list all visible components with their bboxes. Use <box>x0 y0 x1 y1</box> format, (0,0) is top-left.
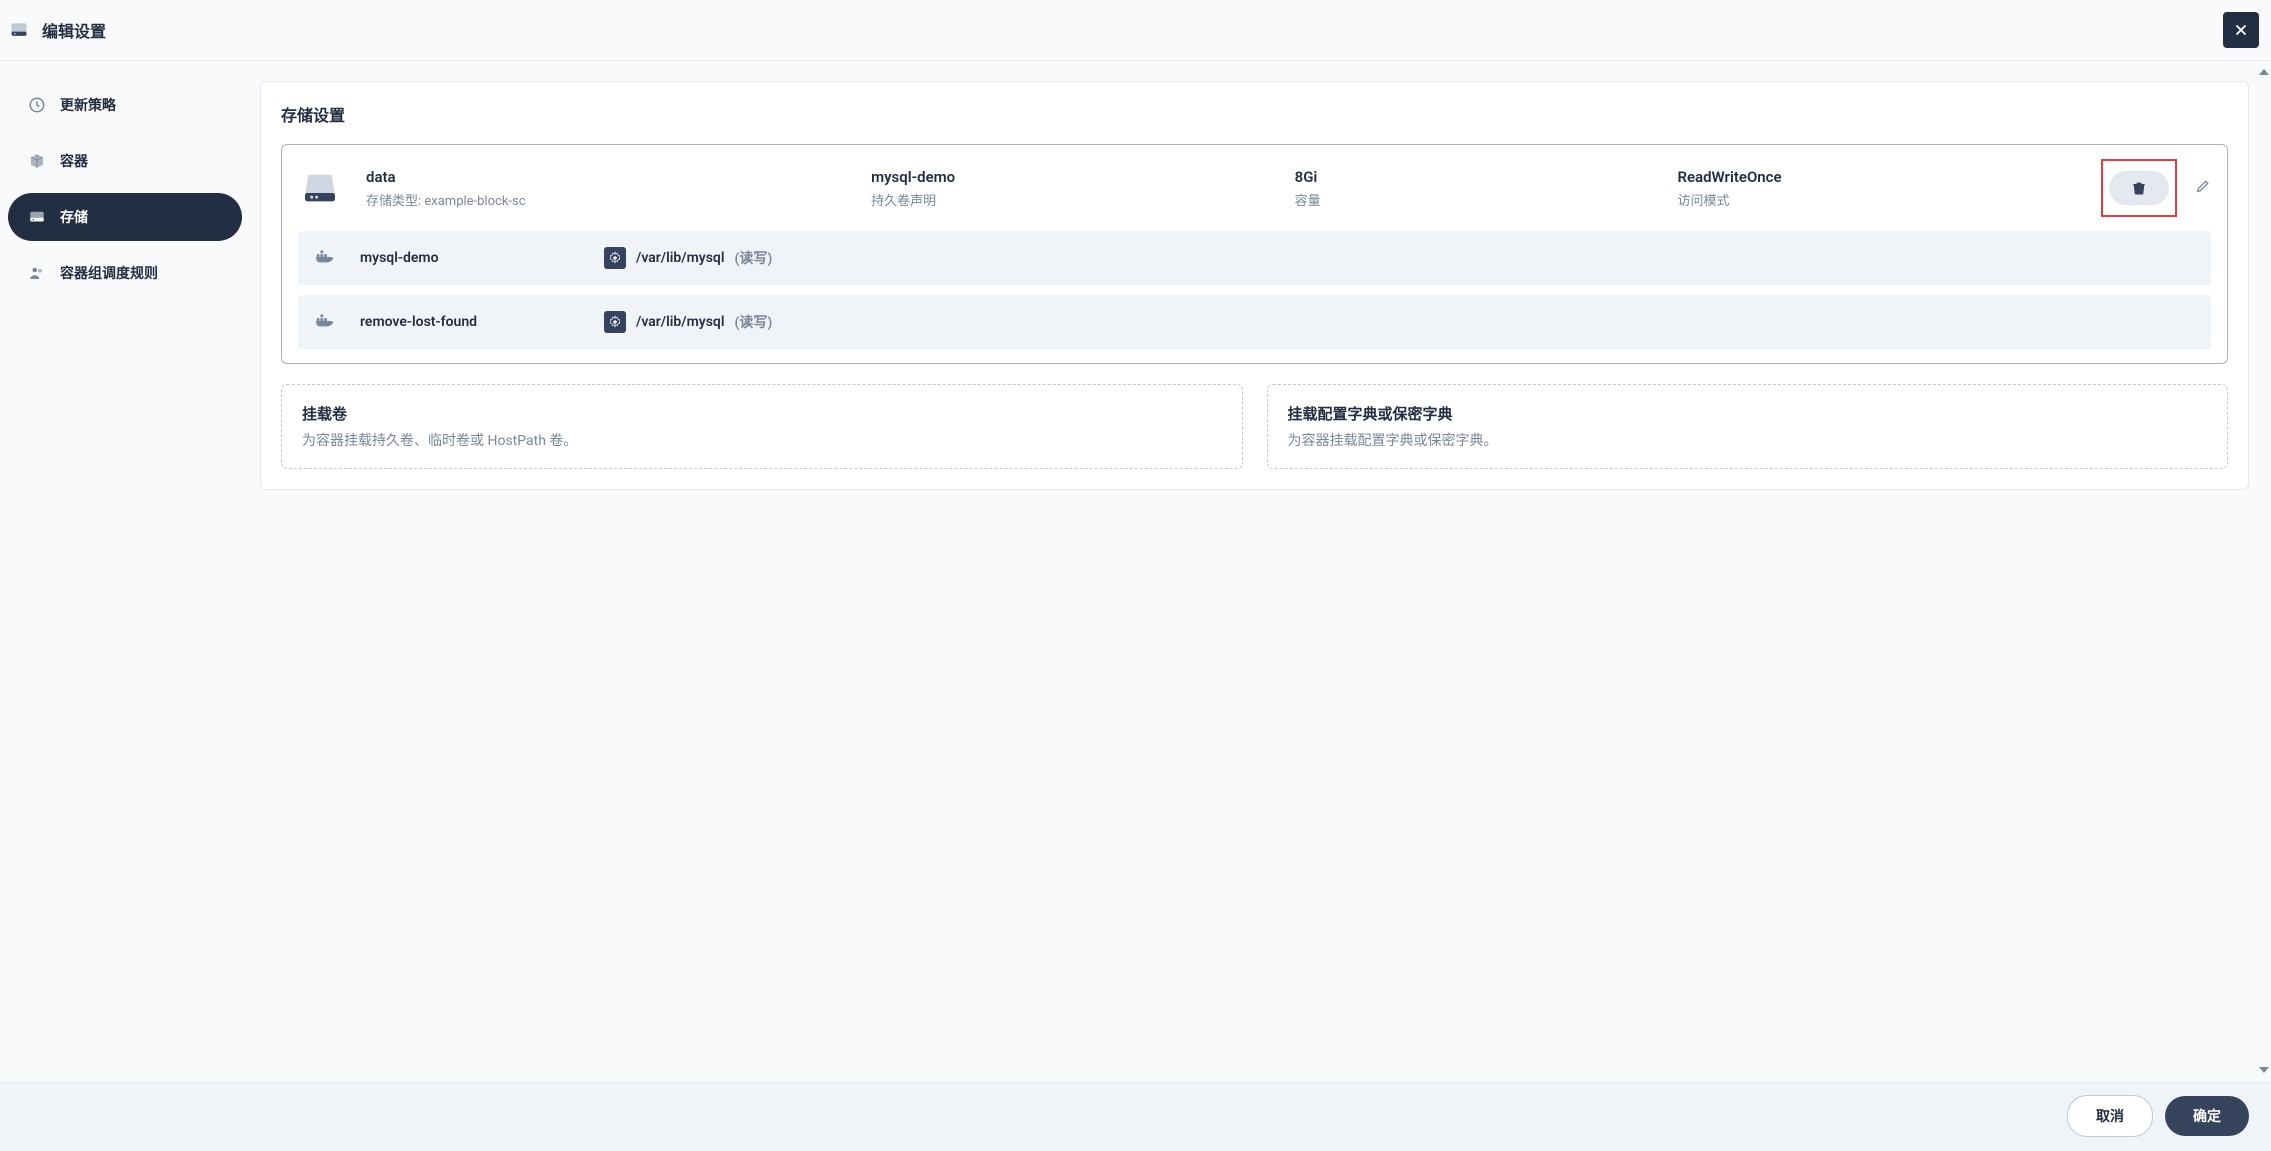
mount-mode: (读写) <box>734 248 772 268</box>
access-mode-label: 访问模式 <box>1677 190 2085 209</box>
volume-access-col: ReadWriteOnce 访问模式 <box>1677 168 2085 209</box>
sidebar-item-update-strategy[interactable]: 更新策略 <box>8 81 242 129</box>
storage-class-label: 存储类型: <box>366 194 424 209</box>
mount-path: /var/lib/mysql <box>636 314 724 330</box>
mount-volume-title: 挂载卷 <box>302 403 1222 424</box>
gear-icon <box>604 311 626 333</box>
volume-name: data <box>366 168 855 186</box>
storage-class-value: example-block-sc <box>424 194 525 209</box>
edit-volume-button[interactable] <box>2195 178 2211 198</box>
volume-summary-row: data 存储类型: example-block-sc mysql-demo 持… <box>298 159 2211 217</box>
modal-footer: 取消 确定 <box>0 1081 2271 1151</box>
modal-header: 编辑设置 <box>0 0 2271 61</box>
volume-capacity-col: 8Gi 容量 <box>1295 168 1662 209</box>
volume-name-col: data 存储类型: example-block-sc <box>366 168 855 209</box>
capacity-value: 8Gi <box>1295 168 1662 186</box>
volume-pvc-col: mysql-demo 持久卷声明 <box>871 168 1279 209</box>
volume-card: data 存储类型: example-block-sc mysql-demo 持… <box>281 144 2228 364</box>
delete-highlight-box <box>2101 159 2177 217</box>
scrollbar[interactable] <box>2261 69 2269 1073</box>
pvc-label: 持久卷声明 <box>871 190 1279 209</box>
edit-settings-modal: 编辑设置 更新策略 容器 存储 <box>0 0 2271 1151</box>
mount-row: remove-lost-found /var/lib/mysql (读写) <box>298 295 2211 349</box>
mount-volume-desc: 为容器挂载持久卷、临时卷或 HostPath 卷。 <box>302 430 1222 450</box>
panel-title: 存储设置 <box>281 102 2228 126</box>
mount-config-title: 挂载配置字典或保密字典 <box>1288 403 2208 424</box>
gear-icon <box>604 247 626 269</box>
scroll-down-icon <box>2259 1067 2269 1073</box>
users-icon <box>28 264 46 282</box>
docker-icon <box>314 245 336 271</box>
access-mode-value: ReadWriteOnce <box>1677 168 2085 186</box>
docker-icon <box>314 309 336 335</box>
close-button[interactable] <box>2223 12 2259 48</box>
disk-icon <box>8 19 30 41</box>
scroll-up-icon <box>2259 69 2269 75</box>
sidebar-item-label: 更新策略 <box>60 95 116 115</box>
sidebar-item-pod-scheduling[interactable]: 容器组调度规则 <box>8 249 242 297</box>
volume-disk-icon <box>298 166 342 210</box>
mount-config-desc: 为容器挂载配置字典或保密字典。 <box>1288 430 2208 450</box>
mount-mode: (读写) <box>734 312 772 332</box>
mount-container-name: remove-lost-found <box>360 314 580 330</box>
mount-volume-card[interactable]: 挂载卷 为容器挂载持久卷、临时卷或 HostPath 卷。 <box>281 384 1243 469</box>
capacity-label: 容量 <box>1295 190 1662 209</box>
main-content: 存储设置 data 存储类型: example-block-sc mysql-d… <box>250 61 2271 1081</box>
delete-volume-button[interactable] <box>2109 171 2169 205</box>
mount-row: mysql-demo /var/lib/mysql (读写) <box>298 231 2211 285</box>
sidebar-item-containers[interactable]: 容器 <box>8 137 242 185</box>
trash-icon <box>2131 180 2147 196</box>
cube-icon <box>28 152 46 170</box>
pvc-name: mysql-demo <box>871 168 1279 186</box>
sidebar-item-storage[interactable]: 存储 <box>8 193 242 241</box>
mount-container-name: mysql-demo <box>360 250 580 266</box>
clock-icon <box>28 96 46 114</box>
sidebar: 更新策略 容器 存储 容器组调度规则 <box>0 61 250 1081</box>
volume-actions <box>2101 159 2211 217</box>
storage-icon <box>28 208 46 226</box>
mount-config-card[interactable]: 挂载配置字典或保密字典 为容器挂载配置字典或保密字典。 <box>1267 384 2229 469</box>
storage-settings-panel: 存储设置 data 存储类型: example-block-sc mysql-d… <box>260 81 2249 490</box>
ok-button[interactable]: 确定 <box>2165 1096 2249 1136</box>
pencil-icon <box>2195 178 2211 194</box>
close-icon <box>2232 21 2250 39</box>
mount-path: /var/lib/mysql <box>636 250 724 266</box>
sidebar-item-label: 容器 <box>60 151 88 171</box>
cancel-button[interactable]: 取消 <box>2067 1095 2153 1137</box>
modal-title: 编辑设置 <box>42 18 106 42</box>
sidebar-item-label: 存储 <box>60 207 88 227</box>
sidebar-item-label: 容器组调度规则 <box>60 263 158 283</box>
